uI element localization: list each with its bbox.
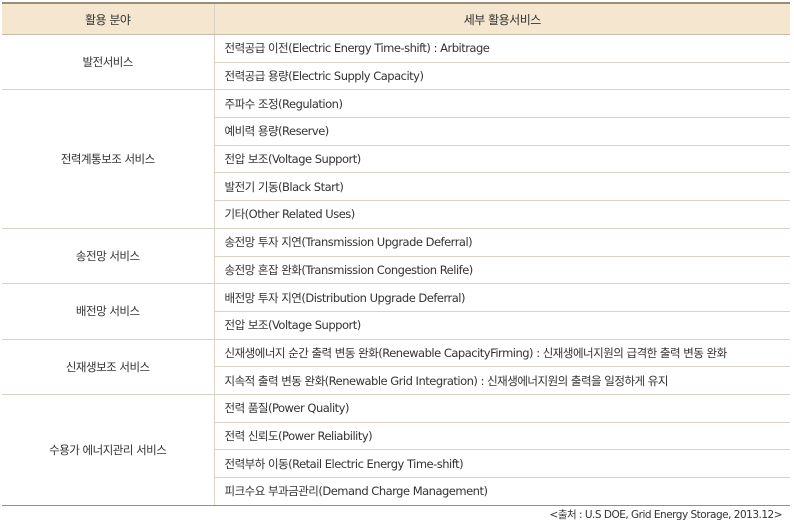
- table-row: 수용가 에너지관리 서비스 전력 품질(Power Quality): [2, 394, 790, 506]
- service-item-cell: 전압 보조(Voltage Support): [213, 145, 790, 174]
- service-item-cell: 주파수 조정(Regulation): [213, 89, 790, 119]
- category-cell: 전력계통보조 서비스: [2, 89, 214, 229]
- table-header-row: 활용 분야 세부 활용서비스: [2, 2, 790, 35]
- category-cell: 발전서비스: [2, 34, 214, 91]
- table-row: 발전서비스 전력공급 이전(Electric Energy Time-shift)…: [2, 34, 790, 91]
- table-row: 신재생보조 서비스 신재생에너지 순간 출력 변동 완화(Renewable Ca…: [2, 339, 790, 395]
- service-table: 활용 분야 세부 활용서비스 발전서비스 전력공급 이전(Electric Ene…: [2, 2, 790, 506]
- service-item-cell: 전력공급 용량(Electric Supply Capacity): [213, 62, 790, 91]
- service-item-cell: 예비력 용량(Reserve): [213, 117, 790, 146]
- category-cell: 송전망 서비스: [2, 228, 214, 285]
- service-item-cell: 피크수요 부과금관리(Demand Charge Management): [213, 477, 790, 506]
- service-item-cell: 발전기 기동(Black Start): [213, 172, 790, 202]
- header-detail-service: 세부 활용서비스: [213, 2, 790, 35]
- category-cell: 신재생보조 서비스: [2, 339, 214, 395]
- document-page: 활용 분야 세부 활용서비스 발전서비스 전력공급 이전(Electric Ene…: [0, 0, 794, 525]
- header-field: 활용 분야: [2, 2, 215, 35]
- service-item-cell: 전력 신뢰도(Power Reliability): [213, 422, 790, 451]
- service-item-cell: 전력 품질(Power Quality): [213, 394, 790, 423]
- service-item-cell: 기타(Other Related Uses): [213, 200, 790, 229]
- service-item-cell: 전력부하 이동(Retail Electric Energy Time-shif…: [213, 449, 790, 478]
- service-item-cell: 전압 보조(Voltage Support): [213, 311, 790, 340]
- source-note: <출처 : U.S DOE, Grid Energy Storage, 2013…: [549, 509, 783, 521]
- service-item-cell: 전력공급 이전(Electric Energy Time-shift) : Ar…: [213, 34, 790, 63]
- table-row: 전력계통보조 서비스 주파수 조정(Regulation): [2, 89, 790, 229]
- service-item-cell: 신재생에너지 순간 출력 변동 완화(Renewable CapacityFir…: [213, 339, 790, 368]
- service-item-cell: 송전망 혼잡 완화(Transmission Congestion Relife…: [213, 256, 790, 285]
- service-item-cell: 지속적 출력 변동 완화(Renewable Grid Integration)…: [213, 366, 790, 395]
- category-cell: 수용가 에너지관리 서비스: [2, 394, 214, 506]
- table-row: 송전망 서비스 송전망 투자 지연(Transmission Upgrade De…: [2, 228, 790, 285]
- table-row: 배전망 서비스 배전망 투자 지연(Distribution Upgrade De…: [2, 283, 790, 340]
- table-body: 발전서비스 전력공급 이전(Electric Energy Time-shift)…: [2, 34, 790, 506]
- category-cell: 배전망 서비스: [2, 283, 214, 340]
- service-item-cell: 배전망 투자 지연(Distribution Upgrade Deferral): [213, 283, 790, 312]
- service-item-cell: 송전망 투자 지연(Transmission Upgrade Deferral): [213, 228, 790, 257]
